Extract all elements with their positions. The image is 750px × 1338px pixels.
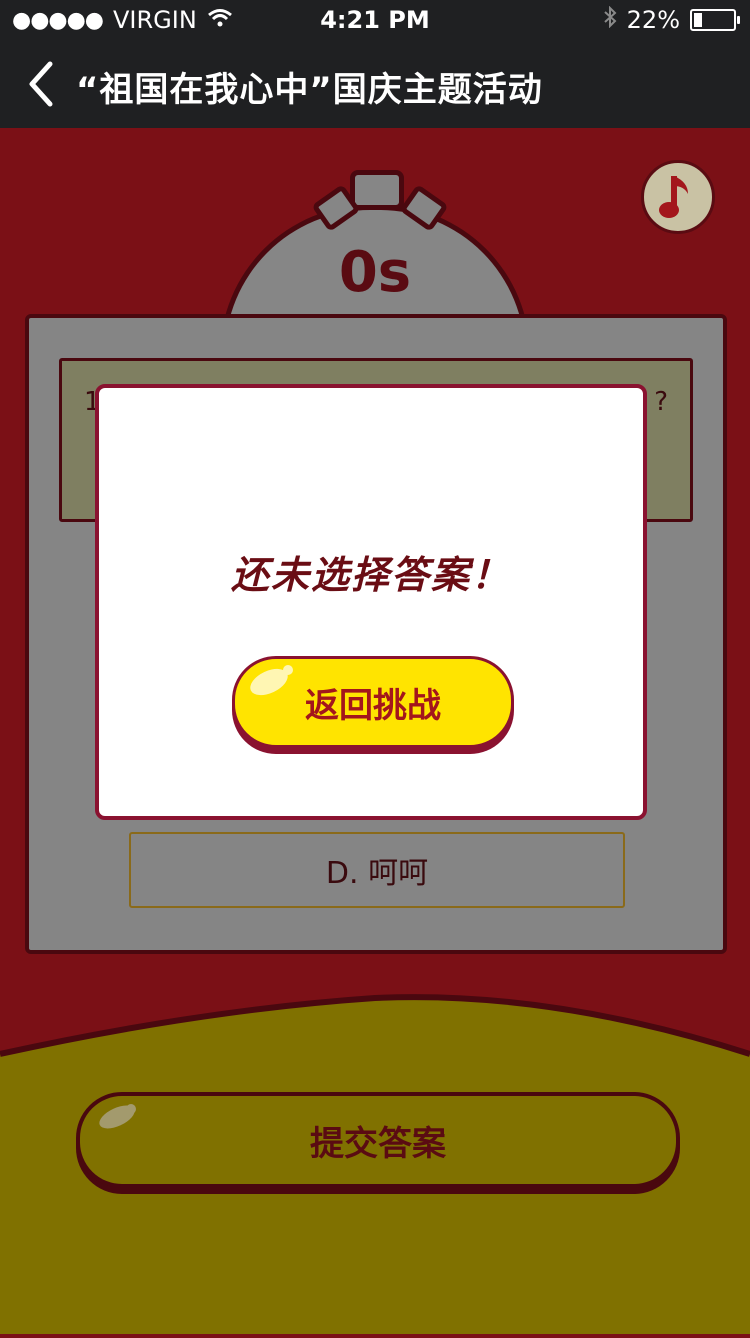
button-shine-dot	[283, 665, 293, 675]
bluetooth-icon	[603, 5, 617, 34]
battery-fill	[694, 13, 702, 27]
modal-message: 还未选择答案！	[230, 553, 511, 597]
return-to-challenge-button[interactable]: 返回挑战	[232, 656, 514, 748]
timer-value: 0s	[338, 240, 412, 305]
battery-icon	[690, 9, 740, 31]
status-bar: ●●●●● VIRGIN 4:21 PM 22%	[0, 0, 750, 40]
submit-label: 提交答案	[310, 1123, 446, 1164]
alert-modal: 还未选择答案！ 返回挑战	[95, 384, 647, 820]
music-toggle-button[interactable]	[641, 160, 715, 234]
battery-percent: 22%	[626, 6, 680, 34]
status-right: 22%	[603, 5, 740, 34]
question-mark: ?	[654, 387, 668, 417]
chevron-left-icon[interactable]	[22, 58, 62, 110]
return-label: 返回挑战	[305, 685, 441, 726]
music-note-icon	[659, 176, 688, 218]
page-title: “祖国在我心中”国庆主题活动	[76, 70, 543, 110]
nav-bar: “祖国在我心中”国庆主题活动	[0, 40, 750, 128]
option-d[interactable]: D. 呵呵	[129, 832, 625, 908]
submit-answer-button[interactable]: 提交答案	[76, 1092, 680, 1188]
button-shine-dot	[126, 1104, 136, 1114]
stopwatch-knob	[350, 170, 404, 210]
